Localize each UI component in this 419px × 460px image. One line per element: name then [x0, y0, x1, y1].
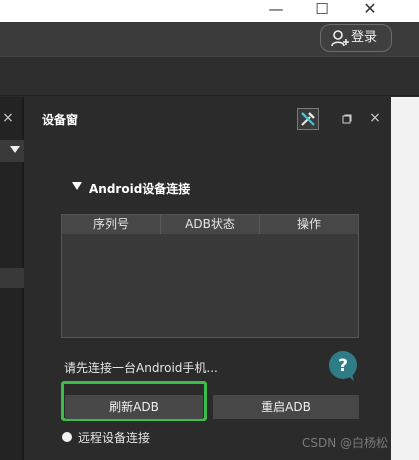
right-edge-area	[391, 97, 419, 460]
left-panel-close-button[interactable]: ×	[0, 110, 16, 126]
column-header-adb-status[interactable]: ADB状态	[161, 215, 260, 234]
user-plus-icon	[331, 30, 349, 47]
panel-close-button[interactable]: ×	[367, 108, 383, 128]
collapse-arrow-icon[interactable]	[72, 182, 82, 190]
connect-hint-text: 请先连接一台Android手机...	[64, 361, 218, 375]
watermark-text: CSDN @白杨松	[302, 436, 389, 450]
toolbar	[0, 56, 419, 96]
minimize-button[interactable]: —	[256, 0, 296, 22]
remote-device-radio[interactable]	[62, 432, 72, 442]
column-header-serial[interactable]: 序列号	[62, 215, 161, 234]
remote-device-label[interactable]: 远程设备连接	[78, 429, 198, 445]
section-title[interactable]: Android设备连接	[89, 180, 289, 198]
panel-title: 设备窗	[42, 113, 79, 127]
refresh-adb-button[interactable]: 刷新ADB	[65, 395, 203, 419]
help-label: ?	[338, 356, 348, 376]
maximize-button[interactable]: ☐	[302, 0, 342, 22]
restore-icon[interactable]	[342, 114, 352, 124]
column-header-action[interactable]: 操作	[260, 215, 358, 234]
restart-adb-button[interactable]: 重启ADB	[213, 395, 359, 419]
chevron-down-icon	[10, 146, 20, 153]
help-bubble-icon[interactable]: ?	[327, 350, 359, 382]
table-body	[62, 234, 358, 337]
tools-icon-graphic	[301, 112, 315, 126]
tools-icon[interactable]	[297, 108, 319, 130]
window-close-button[interactable]: ✕	[350, 0, 390, 22]
left-panel-selected-row[interactable]	[0, 268, 24, 288]
